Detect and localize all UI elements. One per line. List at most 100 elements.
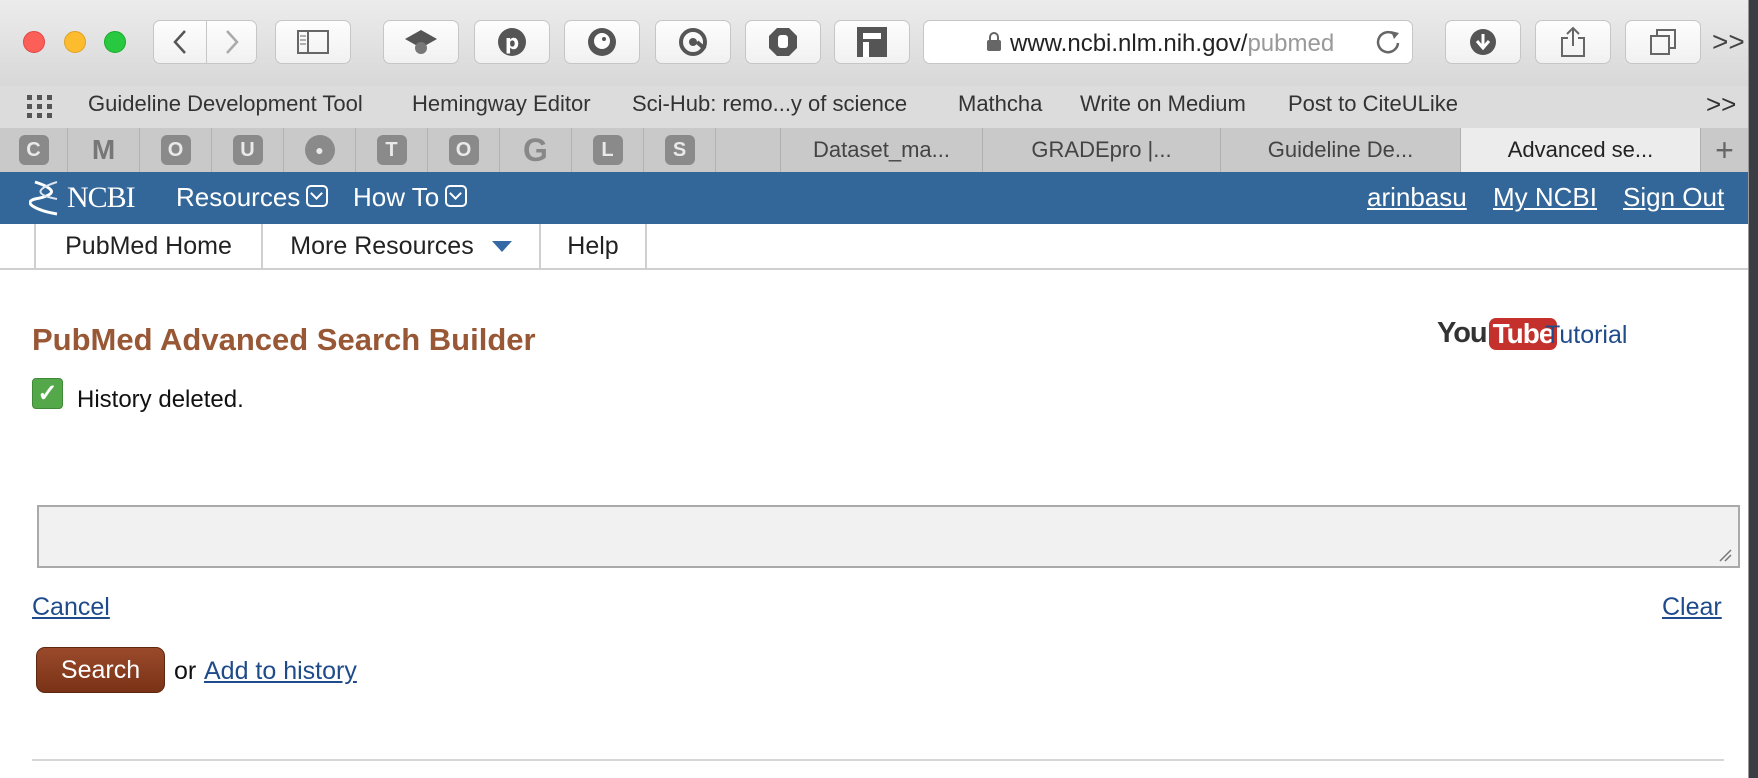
pubmed-subnav: PubMed Home More Resources Help [0,224,1748,270]
chevron-right-icon [226,30,239,54]
tab-bar: C M O U ● T O G L S Dataset_ma... GRADEp… [0,128,1748,173]
browser-window: p www.ncbi.nlm.nih.gov/pubmed >> Guideli… [0,0,1749,778]
extension-duckduckgo-button[interactable] [564,20,640,64]
extension-at-button[interactable] [655,20,731,64]
tab-dataset[interactable]: Dataset_ma... [780,128,982,172]
pinned-tab[interactable]: O [140,128,212,172]
address-path: pubmed [1247,30,1335,57]
svg-text:p: p [505,30,519,54]
toolbar-overflow-button[interactable]: >> [1712,26,1745,58]
status-message: History deleted. [77,386,244,413]
more-resources-menu[interactable]: More Resources [261,224,539,268]
search-button[interactable]: Search [36,647,165,693]
divider [32,759,1724,761]
bookmark-mathcha[interactable]: Mathcha [958,91,1042,117]
chevron-down-icon [306,185,329,208]
pinned-tab[interactable]: U [212,128,284,172]
clear-link[interactable]: Clear [1662,593,1722,622]
new-tab-button[interactable]: + [1700,128,1748,172]
pinned-tab-icon: L [592,135,623,165]
bookmark-sci-hub[interactable]: Sci-Hub: remo...y of science [632,91,907,117]
bookmark-hemingway-editor[interactable]: Hemingway Editor [412,91,591,117]
pinned-tab-icon: U [232,135,263,165]
tabs-icon [1650,29,1676,55]
back-button[interactable] [154,21,207,63]
pinned-tab[interactable]: M [68,128,140,172]
bookmarks-overflow-button[interactable]: >> [1706,89,1736,120]
my-ncbi-link[interactable]: My NCBI [1493,182,1597,213]
user-link[interactable]: arinbasu [1367,182,1467,213]
pinned-tab[interactable]: O [428,128,500,172]
share-button[interactable] [1535,20,1611,64]
address-host: www.ncbi.nlm.nih.gov/ [1010,30,1248,57]
chevron-left-icon [173,30,186,54]
how-to-menu[interactable]: How To [353,182,468,213]
tab-advanced-search[interactable]: Advanced se... [1460,128,1700,172]
browser-toolbar: p www.ncbi.nlm.nih.gov/pubmed >> [0,0,1748,86]
dna-helix-icon [29,180,58,216]
ncbi-header: NCBI Resources How To arinbasu My NCBI S… [0,172,1748,224]
cancel-link[interactable]: Cancel [32,593,110,622]
help-link[interactable]: Help [539,224,647,268]
pinned-tab[interactable]: S [644,128,716,172]
minimize-window-button[interactable] [64,31,86,53]
lock-icon [987,32,1001,51]
how-to-label: How To [353,182,440,212]
share-icon [1561,26,1585,57]
youtube-logo-you: You [1437,317,1488,349]
search-query-box[interactable] [37,505,1740,568]
grid-apps-icon[interactable] [27,95,59,119]
forward-button[interactable] [206,21,258,63]
pinned-tab-icon: M [91,134,116,165]
address-bar[interactable]: www.ncbi.nlm.nih.gov/pubmed [923,20,1413,64]
hand-stop-icon [769,28,797,56]
bookmark-guideline-development-tool[interactable]: Guideline Development Tool [88,91,363,117]
pinned-tab[interactable]: L [572,128,644,172]
resize-grip-icon[interactable] [1718,548,1732,562]
pinned-tab-icon: G [523,131,548,168]
resources-label: Resources [176,182,301,212]
graduation-cap-icon [405,30,437,54]
extension-pinterest-button[interactable]: p [474,20,550,64]
pinned-tab-icon: T [376,135,407,165]
pinned-tab-icon: C [18,135,49,165]
ncbi-logo[interactable]: NCBI [29,179,136,217]
extension-adblock-button[interactable] [745,20,821,64]
bookmark-write-on-medium[interactable]: Write on Medium [1080,91,1246,117]
pubmed-home-link[interactable]: PubMed Home [34,224,261,268]
duck-icon [588,28,616,56]
tab-overview-button[interactable] [1625,20,1701,64]
tab-gradepro[interactable]: GRADEpro |... [982,128,1220,172]
save-page-icon [857,27,887,57]
tab-guideline[interactable]: Guideline De... [1220,128,1460,172]
downloads-button[interactable] [1445,20,1521,64]
page-title: PubMed Advanced Search Builder [32,322,536,357]
bookmark-post-to-citeulike[interactable]: Post to CiteULike [1288,91,1458,117]
reload-icon[interactable] [1374,28,1402,56]
chevron-down-icon [445,185,468,208]
add-to-history-link[interactable]: Add to history [204,657,357,686]
pinned-tab-icon: ● [304,135,335,165]
tutorial-link[interactable]: Tutorial [1545,321,1627,350]
extension-scholar-button[interactable] [383,20,459,64]
extension-instapaper-button[interactable] [834,20,910,64]
resources-menu[interactable]: Resources [176,182,329,213]
pinned-tab[interactable]: G [500,128,572,172]
pinned-tab-icon: O [160,135,191,165]
close-window-button[interactable] [23,31,45,53]
pinterest-icon: p [498,28,526,56]
at-sign-icon [679,28,707,56]
youtube-logo[interactable]: You Tube [1437,317,1558,350]
pinned-tab[interactable]: C [0,128,68,172]
pinned-tab[interactable]: T [356,128,428,172]
more-resources-label: More Resources [290,231,474,260]
bookmarks-bar: Guideline Development Tool Hemingway Edi… [0,86,1748,129]
or-label: or [174,657,197,685]
address-url: www.ncbi.nlm.nih.gov/pubmed [1010,30,1350,58]
pinned-tab[interactable]: ● [284,128,356,172]
sign-out-link[interactable]: Sign Out [1623,182,1724,213]
sidebar-toggle-button[interactable] [275,20,351,64]
zoom-window-button[interactable] [104,31,126,53]
download-icon [1470,29,1496,55]
checkmark-icon: ✓ [32,378,63,409]
